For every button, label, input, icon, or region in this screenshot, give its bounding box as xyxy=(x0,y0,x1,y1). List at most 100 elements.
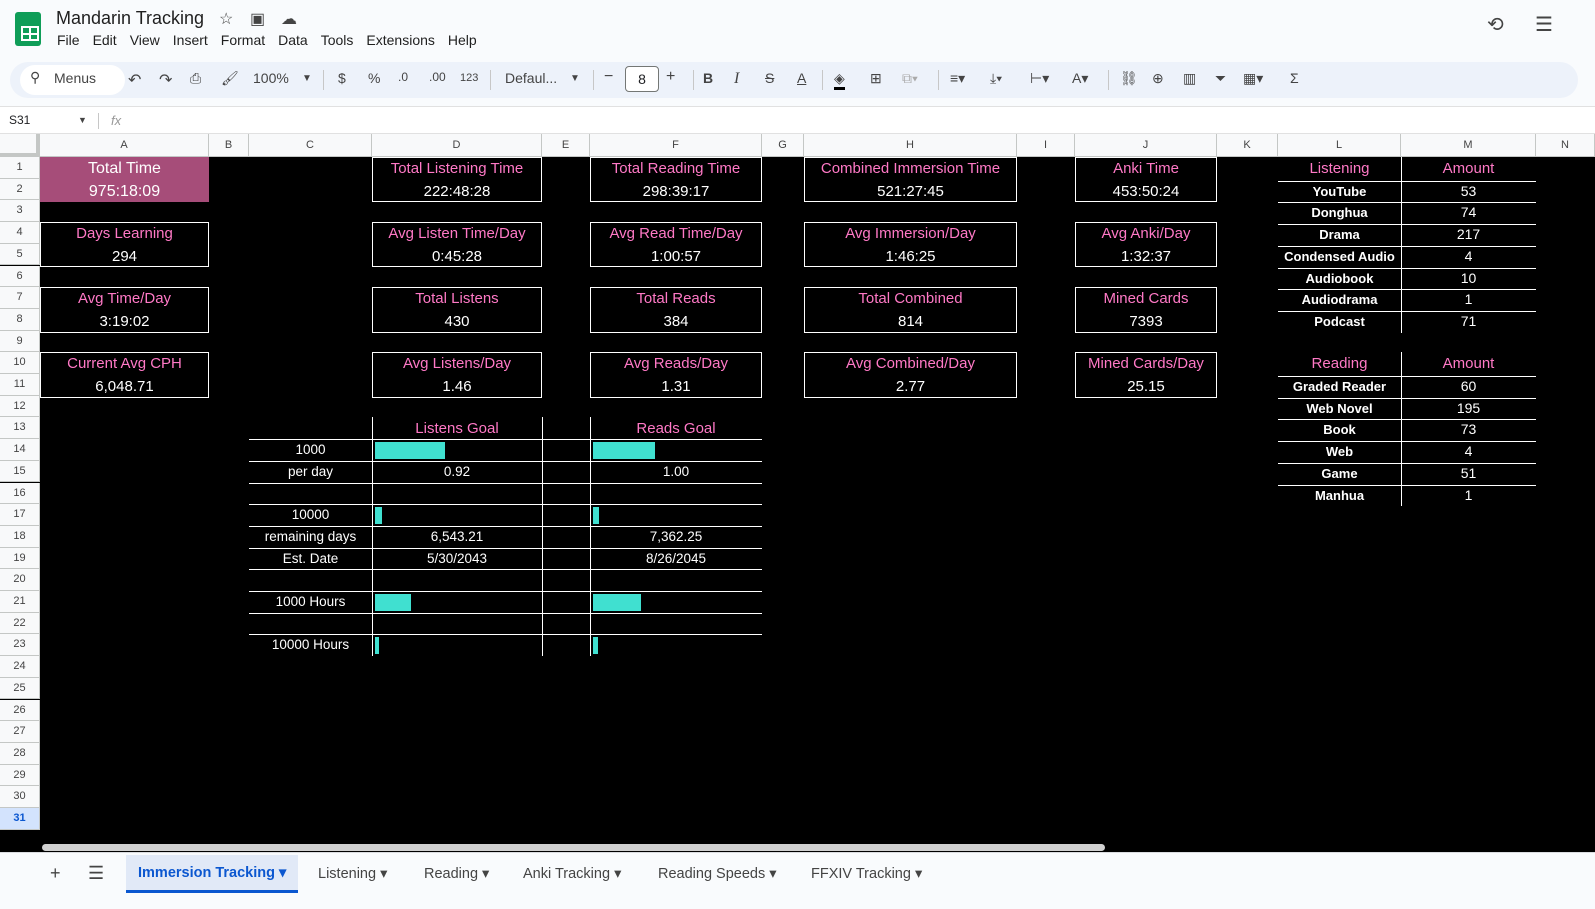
comments-icon[interactable]: ☰ xyxy=(1535,12,1553,37)
menu-help[interactable]: Help xyxy=(448,32,484,48)
row-header[interactable]: 27 xyxy=(0,721,40,743)
row-header[interactable]: 25 xyxy=(0,677,40,700)
insert-link-icon[interactable]: ⛓ xyxy=(1120,70,1138,87)
column-header[interactable]: M xyxy=(1401,134,1536,157)
row-header[interactable]: 15 xyxy=(0,460,40,483)
merge-cells-icon[interactable]: ⧉▾ xyxy=(902,70,918,87)
font-select[interactable]: Defaul... xyxy=(505,70,557,86)
add-sheet-icon[interactable]: + xyxy=(50,863,61,884)
number-format-button[interactable]: 123 xyxy=(460,72,478,84)
text-rotation-icon[interactable]: A▾ xyxy=(1072,70,1088,87)
document-title[interactable]: Mandarin Tracking xyxy=(56,8,204,29)
column-header[interactable]: J xyxy=(1075,134,1217,157)
filter-icon[interactable]: ⏷ xyxy=(1215,70,1226,87)
row-header[interactable]: 16 xyxy=(0,482,40,505)
column-header[interactable]: L xyxy=(1278,134,1401,157)
row-header[interactable]: 3 xyxy=(0,200,40,223)
row-header[interactable]: 12 xyxy=(0,395,40,418)
percent-format-button[interactable]: % xyxy=(368,70,380,86)
row-header[interactable]: 13 xyxy=(0,417,40,440)
print-icon[interactable]: ⎙ xyxy=(190,70,201,87)
row-header[interactable]: 5 xyxy=(0,243,40,266)
decrease-decimal-button[interactable]: .0 xyxy=(398,70,408,84)
font-size-input[interactable]: 8 xyxy=(625,66,659,92)
cloud-status-icon[interactable]: ☁ xyxy=(281,9,297,29)
currency-format-button[interactable]: $ xyxy=(338,70,346,86)
italic-icon[interactable]: I xyxy=(734,70,739,88)
menu-extensions[interactable]: Extensions xyxy=(366,32,441,48)
row-header[interactable]: 1 xyxy=(0,157,40,179)
column-header[interactable]: C xyxy=(249,134,372,157)
row-header[interactable]: 18 xyxy=(0,525,40,548)
row-header[interactable]: 22 xyxy=(0,612,40,635)
insert-chart-icon[interactable]: ▥ xyxy=(1183,70,1196,87)
functions-icon[interactable]: Σ xyxy=(1290,70,1299,86)
tab-immersion-tracking[interactable]: Immersion Tracking ▾ xyxy=(126,855,299,893)
menu-format[interactable]: Format xyxy=(221,32,272,48)
text-color-icon[interactable]: A xyxy=(797,70,806,86)
row-header[interactable]: 29 xyxy=(0,764,40,787)
row-header[interactable]: 23 xyxy=(0,634,40,657)
font-dropdown-icon[interactable]: ▼ xyxy=(570,73,580,84)
row-header[interactable]: 24 xyxy=(0,656,40,678)
column-header[interactable]: I xyxy=(1017,134,1075,157)
row-header[interactable]: 30 xyxy=(0,786,40,808)
row-header[interactable]: 6 xyxy=(0,265,40,288)
paint-format-icon[interactable]: 🖌 xyxy=(221,70,239,87)
select-all-corner[interactable] xyxy=(0,134,40,157)
borders-icon[interactable]: ⊞ xyxy=(870,70,882,87)
filter-views-icon[interactable]: ▦▾ xyxy=(1243,70,1263,87)
row-header[interactable]: 2 xyxy=(0,178,40,201)
bold-icon[interactable]: B xyxy=(703,70,713,86)
column-header[interactable]: F xyxy=(590,134,762,157)
column-header[interactable]: G xyxy=(762,134,804,157)
row-header[interactable]: 20 xyxy=(0,569,40,591)
tab-reading[interactable]: Reading ▾ xyxy=(424,866,489,882)
move-folder-icon[interactable]: ▣ xyxy=(250,9,265,29)
row-header[interactable]: 11 xyxy=(0,374,40,396)
row-header[interactable]: 4 xyxy=(0,222,40,244)
sheets-logo-icon[interactable] xyxy=(15,12,41,46)
row-header[interactable]: 7 xyxy=(0,287,40,309)
menu-edit[interactable]: Edit xyxy=(93,32,124,48)
fill-color-icon[interactable]: ◈ xyxy=(834,70,845,90)
row-header[interactable]: 9 xyxy=(0,330,40,353)
undo-icon[interactable]: ↶ xyxy=(128,70,141,90)
row-header[interactable]: 8 xyxy=(0,308,40,331)
menu-view[interactable]: View xyxy=(130,32,167,48)
tab-ffxiv-tracking[interactable]: FFXIV Tracking ▾ xyxy=(811,866,922,882)
decrease-font-size-icon[interactable]: − xyxy=(604,68,613,86)
insert-comment-icon[interactable]: ⊕ xyxy=(1152,70,1164,87)
row-header[interactable]: 14 xyxy=(0,439,40,461)
tab-anki-tracking[interactable]: Anki Tracking ▾ xyxy=(523,866,621,882)
zoom-dropdown-icon[interactable]: ▼ xyxy=(302,73,312,84)
row-header[interactable]: 19 xyxy=(0,547,40,570)
column-header[interactable]: H xyxy=(804,134,1017,157)
name-box-dropdown-icon[interactable]: ▼ xyxy=(78,115,87,125)
name-box[interactable]: S31 xyxy=(9,113,30,127)
row-header[interactable]: 28 xyxy=(0,742,40,765)
zoom-select[interactable]: 100% xyxy=(253,70,289,86)
all-sheets-icon[interactable]: ☰ xyxy=(88,863,104,884)
menu-data[interactable]: Data xyxy=(278,32,315,48)
column-header[interactable]: D xyxy=(372,134,542,157)
strikethrough-icon[interactable]: S xyxy=(765,70,774,86)
column-header[interactable]: K xyxy=(1217,134,1278,157)
spreadsheet-grid[interactable]: ABCDEFGHIJKLMN 1 2 3 4 5 6 7 8 9 10 11 12 13 14 15 16 17… xyxy=(0,134,1595,852)
column-header[interactable]: E xyxy=(542,134,590,157)
column-header[interactable]: A xyxy=(40,134,209,157)
column-header[interactable]: N xyxy=(1536,134,1595,157)
redo-icon[interactable]: ↷ xyxy=(159,70,172,90)
horizontal-scrollbar[interactable] xyxy=(42,844,1105,851)
row-header[interactable]: 31 xyxy=(0,808,40,830)
menu-insert[interactable]: Insert xyxy=(173,32,215,48)
row-header[interactable]: 21 xyxy=(0,591,40,613)
tab-reading-speeds[interactable]: Reading Speeds ▾ xyxy=(658,866,777,882)
version-history-icon[interactable]: ⟲ xyxy=(1487,12,1504,37)
row-header[interactable]: 10 xyxy=(0,352,40,374)
column-header[interactable]: B xyxy=(209,134,249,157)
increase-font-size-icon[interactable]: + xyxy=(666,68,675,86)
star-icon[interactable]: ☆ xyxy=(219,9,233,29)
row-header[interactable]: 26 xyxy=(0,699,40,722)
menus-search[interactable]: ⚲ Menus xyxy=(20,65,125,95)
